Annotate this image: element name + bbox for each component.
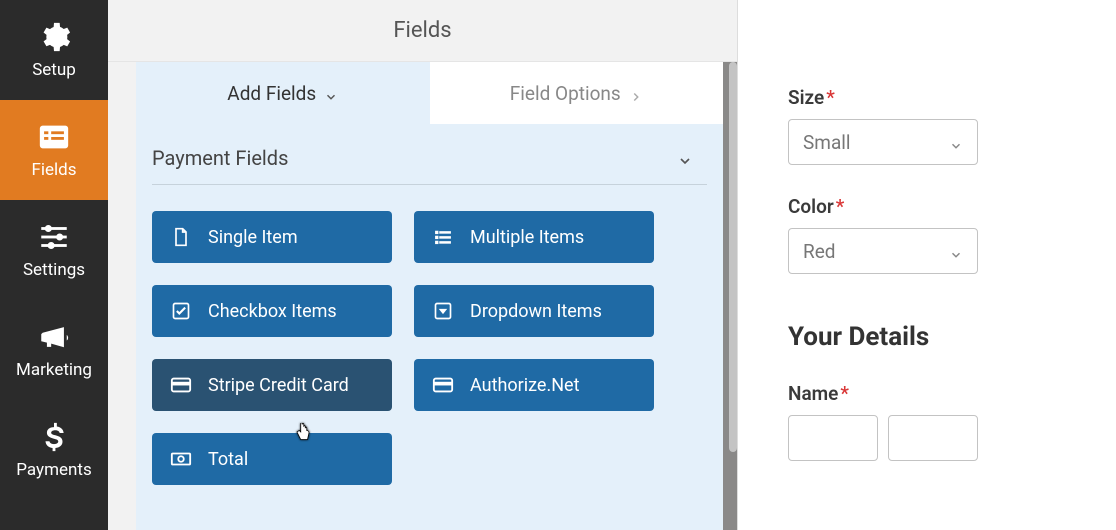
field-label: Stripe Credit Card [208, 375, 349, 396]
money-icon [170, 448, 192, 470]
list-icon [432, 226, 454, 248]
label-size: Size* [788, 86, 1066, 109]
last-name-input[interactable] [888, 415, 978, 461]
sliders-icon [37, 220, 71, 254]
dollar-icon [37, 420, 71, 454]
field-total[interactable]: Total [152, 433, 392, 485]
dropdown-icon [432, 300, 454, 322]
field-label: Single Item [208, 227, 298, 248]
chevron-down-icon [677, 150, 693, 166]
bullhorn-icon [37, 320, 71, 354]
chevron-down-icon [949, 244, 963, 258]
sidebar-item-setup[interactable]: Setup [0, 0, 108, 100]
required-indicator: * [840, 382, 849, 405]
field-grid: Single Item Multiple Items Checkbox Item… [136, 185, 723, 511]
scrollbar-thumb[interactable] [729, 62, 737, 452]
page-title: Fields [108, 0, 737, 62]
name-input-group [788, 415, 1066, 461]
required-indicator: * [826, 86, 835, 109]
file-icon [170, 226, 192, 248]
sidebar-item-label: Fields [31, 160, 76, 180]
sidebar-item-fields[interactable]: Fields [0, 100, 108, 200]
sidebar-item-settings[interactable]: Settings [0, 200, 108, 300]
tab-field-options[interactable]: Field Options [430, 62, 724, 124]
tabs: Add Fields Field Options [136, 62, 723, 124]
field-single-item[interactable]: Single Item [152, 211, 392, 263]
field-label: Multiple Items [470, 227, 584, 248]
sidebar-item-label: Setup [32, 60, 76, 80]
center-panel: Fields Add Fields Field Options [108, 0, 738, 530]
field-multiple-items[interactable]: Multiple Items [414, 211, 654, 263]
sidebar-item-label: Payments [16, 460, 91, 480]
field-dropdown-items[interactable]: Dropdown Items [414, 285, 654, 337]
required-indicator: * [836, 195, 845, 218]
section-title: Payment Fields [152, 146, 288, 170]
field-label: Checkbox Items [208, 301, 337, 322]
tab-label: Field Options [510, 82, 621, 105]
field-label: Authorize.Net [470, 375, 579, 396]
select-size[interactable]: Small [788, 119, 978, 165]
credit-card-icon [170, 374, 192, 396]
field-authorize-net[interactable]: Authorize.Net [414, 359, 654, 411]
sidebar-item-label: Settings [23, 260, 85, 280]
field-checkbox-items[interactable]: Checkbox Items [152, 285, 392, 337]
sidebar-item-marketing[interactable]: Marketing [0, 300, 108, 400]
sidebar: Setup Fields Settings Marketing Payments [0, 0, 108, 530]
sidebar-item-payments[interactable]: Payments [0, 400, 108, 500]
first-name-input[interactable] [788, 415, 878, 461]
select-value: Small [803, 131, 851, 154]
label-color: Color* [788, 195, 1066, 218]
chevron-down-icon [324, 86, 338, 100]
checkbox-icon [170, 300, 192, 322]
preview-panel: Size* Small Color* Red Your Details Name… [738, 0, 1116, 530]
select-color[interactable]: Red [788, 228, 978, 274]
sidebar-item-label: Marketing [16, 360, 92, 380]
section-header-payment-fields[interactable]: Payment Fields [136, 124, 723, 176]
tab-add-fields[interactable]: Add Fields [136, 62, 430, 124]
field-label: Dropdown Items [470, 301, 602, 322]
chevron-right-icon [629, 86, 643, 100]
label-name: Name* [788, 382, 1066, 405]
select-value: Red [803, 240, 836, 263]
chevron-down-icon [949, 135, 963, 149]
gear-icon [37, 20, 71, 54]
tab-label: Add Fields [227, 82, 316, 105]
credit-card-icon [432, 374, 454, 396]
field-stripe-credit-card[interactable]: Stripe Credit Card [152, 359, 392, 411]
list-icon [37, 120, 71, 154]
section-your-details: Your Details [788, 322, 1066, 352]
field-label: Total [208, 449, 248, 470]
